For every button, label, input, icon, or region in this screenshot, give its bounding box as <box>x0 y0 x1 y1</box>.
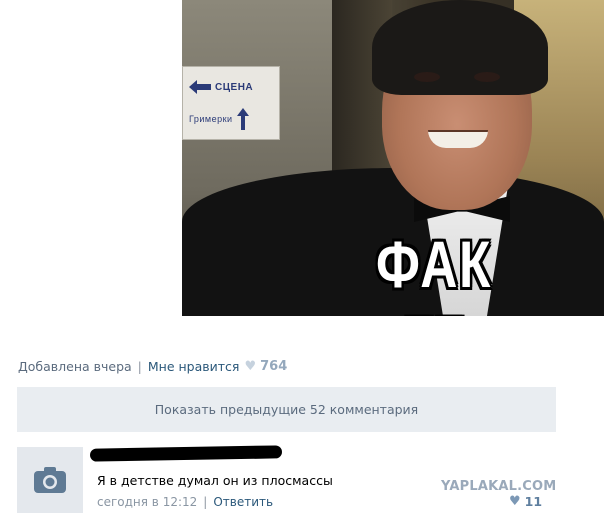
comment-author-redacted <box>89 445 283 462</box>
comment-like-count: 11 <box>524 494 543 509</box>
like-button[interactable]: Мне нравится <box>148 359 240 374</box>
comment-avatar[interactable] <box>17 447 83 513</box>
show-previous-comments-button[interactable]: Показать предыдущие 52 комментария <box>17 387 556 432</box>
post-photo[interactable]: СЦЕНА Гримерки ФАК ГГ <box>182 0 604 316</box>
watermark: YAPLAKAL.COM <box>441 479 557 494</box>
comment-text: Я в детстве думал он из плосмассы <box>97 473 333 488</box>
hair <box>372 0 548 95</box>
comment-date[interactable]: сегодня в 12:12 <box>97 495 197 509</box>
like-count[interactable]: 764 <box>260 359 287 374</box>
eye-left <box>414 72 440 82</box>
smile <box>428 130 488 148</box>
added-date-label: Добавлена вчера <box>18 359 132 374</box>
heart-icon[interactable]: ♥ <box>244 359 256 374</box>
meta-separator: | <box>137 359 142 374</box>
meme-caption: ФАК ГГ <box>376 227 492 316</box>
comment-like-button[interactable]: ♥ 11 <box>509 494 542 509</box>
reply-button[interactable]: Ответить <box>213 495 273 509</box>
comment-meta: сегодня в 12:12 | Ответить <box>97 495 273 509</box>
comment-meta-separator: | <box>203 495 208 509</box>
post-meta: Добавлена вчера | Мне нравится ♥ 764 <box>18 359 287 374</box>
heart-icon: ♥ <box>509 494 521 509</box>
eye-right <box>474 72 500 82</box>
camera-icon <box>34 467 66 493</box>
show-previous-comments-label: Показать предыдущие 52 комментария <box>154 402 419 417</box>
